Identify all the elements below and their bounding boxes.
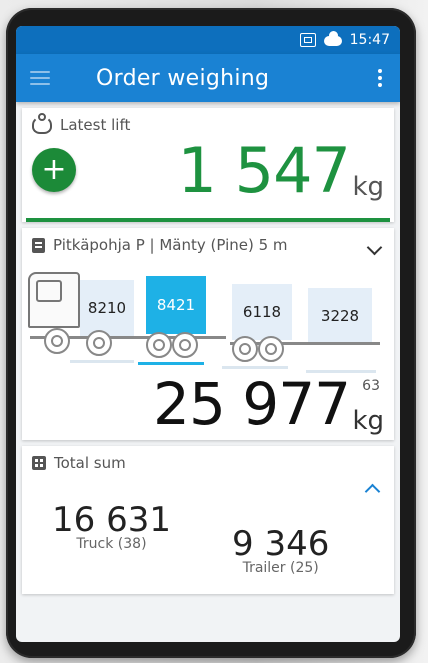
latest-lift-title: Latest lift [60, 116, 131, 134]
menu-icon[interactable] [30, 71, 50, 85]
axle-indicator-2 [138, 362, 204, 365]
truck-total-value: 16 631 [52, 500, 171, 540]
app-bar: Order weighing [16, 54, 400, 102]
gross-weight-count: 63 [362, 378, 380, 394]
clipboard-icon [32, 237, 45, 253]
latest-lift-value: 1 547 [177, 134, 351, 207]
trailer-total-label: Trailer (25) [242, 560, 319, 576]
latest-lift-bar [26, 218, 390, 222]
crane-hook-icon [32, 113, 52, 134]
load-title: Pitkäpohja P | Mänty (Pine) 5 m [53, 236, 288, 254]
chevron-up-icon[interactable] [364, 483, 381, 500]
gross-weight-unit: kg [352, 406, 384, 436]
axle-weight-1[interactable]: 8210 [80, 280, 134, 336]
more-options-icon[interactable] [374, 69, 386, 87]
wheel-icon [232, 336, 258, 362]
wheel-icon [258, 336, 284, 362]
latest-lift-header: Latest lift [22, 108, 394, 134]
trailer-total: 9 346 Trailer (25) [232, 524, 329, 576]
total-sum-title: Total sum [54, 454, 126, 472]
total-sum-icon [32, 456, 46, 470]
page-title: Order weighing [96, 65, 270, 91]
total-sum-header: Total sum [22, 446, 394, 472]
latest-lift-row: + 1 547 kg [22, 134, 394, 218]
truck-total: 16 631 Truck (38) [52, 500, 171, 552]
truck-cab-icon [28, 272, 80, 328]
axle-weight-4[interactable]: 3228 [308, 288, 372, 344]
add-lift-button[interactable]: + [32, 148, 76, 192]
latest-lift-unit: kg [352, 172, 384, 202]
cloud-icon [323, 31, 342, 46]
axle-weight-2[interactable]: 8421 [146, 276, 206, 334]
load-header[interactable]: Pitkäpohja P | Mänty (Pine) 5 m [22, 228, 394, 254]
wheel-icon [44, 328, 70, 354]
status-bar: 15:47 [16, 26, 400, 54]
total-sum-card: Total sum 16 631 Truck (38) 9 346 Traile… [22, 446, 394, 594]
gross-weight-value: 25 977 [153, 370, 351, 438]
vehicle-load-card: Pitkäpohja P | Mänty (Pine) 5 m 8210 842… [22, 228, 394, 440]
wheel-icon [86, 330, 112, 356]
wheel-icon [172, 332, 198, 358]
latest-lift-card: Latest lift + 1 547 kg [22, 108, 394, 222]
tablet-device: 15:47 Order weighing Latest lift + 1 547… [6, 8, 416, 658]
status-time: 15:47 [349, 32, 390, 48]
screen: 15:47 Order weighing Latest lift + 1 547… [16, 26, 400, 642]
sim-card-icon [299, 33, 316, 47]
axle-weight-3[interactable]: 6118 [232, 284, 292, 340]
axle-indicator-1 [70, 360, 134, 363]
wheel-icon [146, 332, 172, 358]
truck-cab [28, 272, 82, 328]
trailer-total-value: 9 346 [232, 524, 330, 564]
axle-indicator-3 [222, 366, 288, 369]
